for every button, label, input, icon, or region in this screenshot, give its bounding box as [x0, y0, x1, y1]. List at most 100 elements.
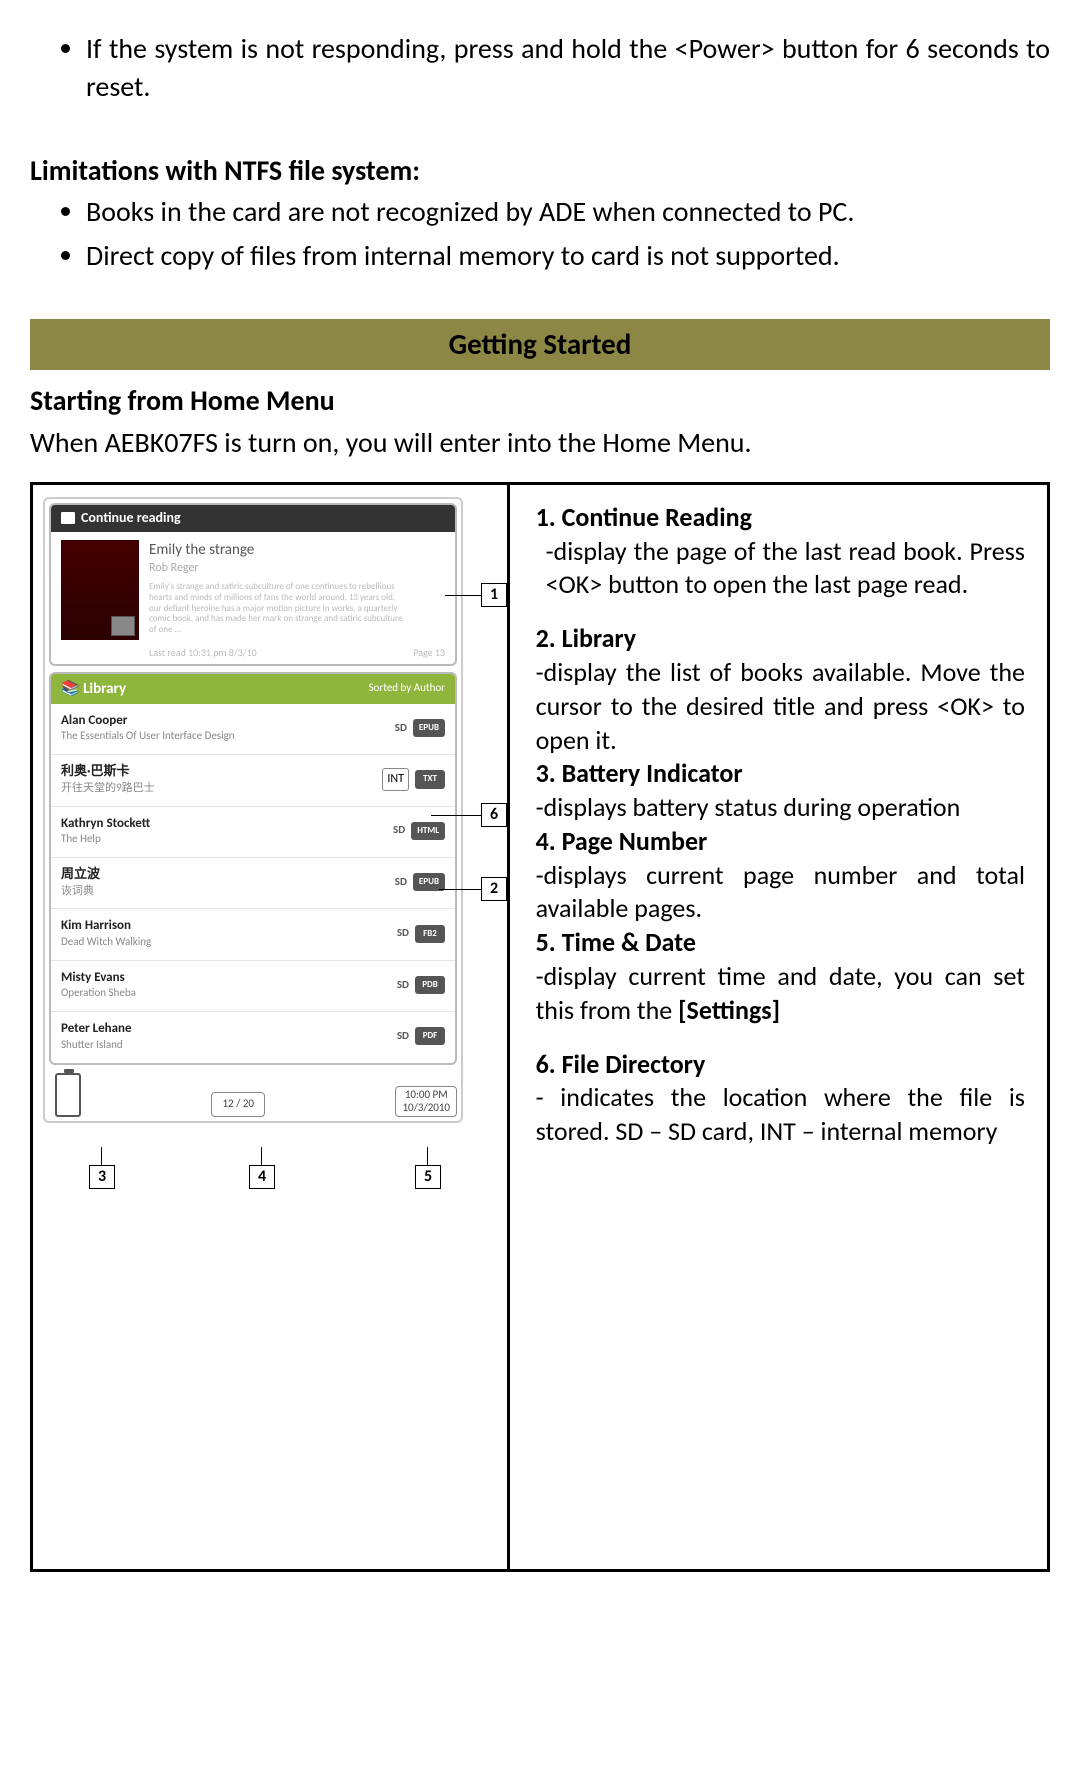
library-row: Alan CooperThe Essentials Of User Interf…: [51, 704, 455, 755]
explain-6-title: 6. File Directory: [536, 1048, 1025, 1082]
callout-line: [101, 1147, 102, 1165]
banner-getting-started: Getting Started: [30, 319, 1050, 370]
file-format-tag: EPUB: [413, 719, 445, 737]
panel-continue-foot: Last read 10:31 pm 8/3/10 Page 13: [149, 646, 445, 660]
explain-1-title: 1. Continue Reading: [536, 501, 1025, 535]
library-title: Operation Sheba: [61, 986, 136, 1001]
file-format-tag: PDB: [415, 976, 445, 994]
library-row-right: SD PDF: [397, 1027, 445, 1045]
file-location-tag: SD: [397, 1029, 409, 1044]
page-label: Page 13: [413, 646, 445, 660]
file-format-tag: FB2: [415, 925, 445, 943]
library-row-right: INT TXT: [382, 768, 445, 790]
library-row: 利奥·巴斯卡开往天堂的9路巴士 INT TXT: [51, 755, 455, 806]
explain-6-body: - indicates the location where the file …: [536, 1081, 1025, 1149]
device-frame: Continue reading SD Emily the strange Ro…: [43, 497, 497, 1123]
battery-icon: [55, 1073, 81, 1117]
explain-2-body: -display the list of books available. Mo…: [536, 656, 1025, 757]
library-row-left: Kathryn StockettThe Help: [61, 815, 150, 847]
file-location-tag: SD: [397, 978, 409, 993]
callout-line: [261, 1147, 262, 1165]
book-author: Rob Reger: [149, 560, 409, 576]
explanations-column: 1. Continue Reading -display the page of…: [510, 485, 1047, 1569]
time-label: 10:00 PM: [402, 1089, 450, 1101]
file-location-tag: INT: [382, 768, 409, 790]
library-title: 📚 Library: [61, 679, 126, 699]
screen-outer-frame: Continue reading SD Emily the strange Ro…: [43, 497, 463, 1123]
library-title: Dead Witch Walking: [61, 935, 151, 950]
library-title: Shutter Island: [61, 1038, 132, 1053]
date-label: 10/3/2010: [402, 1102, 450, 1114]
explain-5-settings: [Settings]: [678, 994, 780, 1026]
intro-bullet-list: If the system is not responding, press a…: [30, 30, 1050, 106]
file-format-tag: TXT: [415, 770, 445, 788]
split-layout: Continue reading SD Emily the strange Ro…: [30, 482, 1050, 1572]
explain-5-body-a: -display current time and date, you can …: [536, 960, 1025, 1026]
panel-continue-body: SD Emily the strange Rob Reger Emily's s…: [51, 532, 455, 664]
library-author: 利奥·巴斯卡: [61, 763, 155, 781]
explain-5-title: 5. Time & Date: [536, 926, 1025, 960]
library-row-right: SDFB2: [397, 925, 445, 943]
callout-line: [445, 595, 481, 596]
book-icon: [61, 512, 75, 524]
ntfs-heading: Limitations with NTFS file system:: [30, 152, 1050, 190]
library-title: 开往天堂的9路巴士: [61, 781, 155, 796]
library-title-text: Library: [83, 680, 126, 698]
library-author: Kathryn Stockett: [61, 815, 150, 833]
time-date-chip: 10:00 PM 10/3/2010: [395, 1086, 457, 1116]
explain-3-title: 3. Battery Indicator: [536, 757, 1025, 791]
library-row-right: SD PDB: [397, 976, 445, 994]
file-location-tag: SD: [393, 823, 405, 838]
library-title: The Essentials Of User Interface Design: [61, 729, 235, 744]
panel-continue-reading: Continue reading SD Emily the strange Ro…: [49, 503, 457, 666]
file-location-tag: SD: [395, 721, 407, 736]
library-row-right: SD HTML: [393, 822, 445, 840]
callout-line: [431, 815, 481, 816]
callout-line: [439, 889, 481, 890]
callout-1: 1: [481, 583, 507, 607]
library-row: Kim HarrisonDead Witch Walking SDFB2: [51, 909, 455, 960]
book-meta: Emily the strange Rob Reger Emily's stra…: [149, 540, 409, 640]
page-number-chip: 12 / 20: [211, 1092, 265, 1117]
library-row-left: Peter LehaneShutter Island: [61, 1020, 132, 1052]
library-row-right: SDEPUB: [395, 873, 445, 891]
book-excerpt: Emily's strange and satiric subculture o…: [149, 582, 409, 636]
library-row: Peter LehaneShutter Island SD PDF: [51, 1012, 455, 1062]
file-format-tag: PDF: [415, 1027, 445, 1045]
book-title: Emily the strange: [149, 540, 409, 560]
library-row: Kathryn StockettThe Help SD HTML: [51, 807, 455, 858]
file-location-tag: SD: [395, 875, 407, 890]
callout-4: 4: [249, 1165, 275, 1189]
library-rows: Alan CooperThe Essentials Of User Interf…: [51, 704, 455, 1063]
library-title: The Help: [61, 832, 150, 847]
book-cover: SD: [61, 540, 139, 640]
library-row-left: 利奥·巴斯卡开往天堂的9路巴士: [61, 763, 155, 795]
explain-3-body: -displays battery status during operatio…: [536, 791, 1025, 825]
last-read: Last read 10:31 pm 8/3/10: [149, 646, 257, 660]
library-row-left: Alan CooperThe Essentials Of User Interf…: [61, 712, 235, 744]
panel-continue-header: Continue reading: [51, 505, 455, 532]
sd-badge: SD: [113, 618, 135, 636]
explain-5-body: -display current time and date, you can …: [536, 960, 1025, 1028]
library-author: Kim Harrison: [61, 917, 151, 935]
file-format-tag: HTML: [411, 822, 445, 840]
explain-4-title: 4. Page Number: [536, 825, 1025, 859]
library-header: 📚 Library Sorted by Author: [51, 674, 455, 704]
callout-5: 5: [415, 1165, 441, 1189]
library-row-left: Misty EvansOperation Sheba: [61, 969, 136, 1001]
explain-4-body: -displays current page number and total …: [536, 859, 1025, 927]
screenshot-column: Continue reading SD Emily the strange Ro…: [33, 485, 510, 1569]
callout-3: 3: [89, 1165, 115, 1189]
panel-library: 📚 Library Sorted by Author Alan CooperTh…: [49, 672, 457, 1065]
status-row: 12 / 20 10:00 PM 10/3/2010: [49, 1073, 457, 1117]
library-author: Alan Cooper: [61, 712, 235, 730]
library-author: Misty Evans: [61, 969, 136, 987]
ntfs-bullet: Direct copy of files from internal memor…: [86, 237, 1050, 275]
callout-6: 6: [481, 803, 507, 827]
panel-continue-title: Continue reading: [81, 509, 181, 528]
library-title: 诙词典: [61, 884, 100, 899]
explain-1-body: -display the page of the last read book.…: [536, 535, 1025, 603]
callout-line: [427, 1147, 428, 1165]
library-row-left: Kim HarrisonDead Witch Walking: [61, 917, 151, 949]
explain-2-title: 2. Library: [536, 622, 1025, 656]
